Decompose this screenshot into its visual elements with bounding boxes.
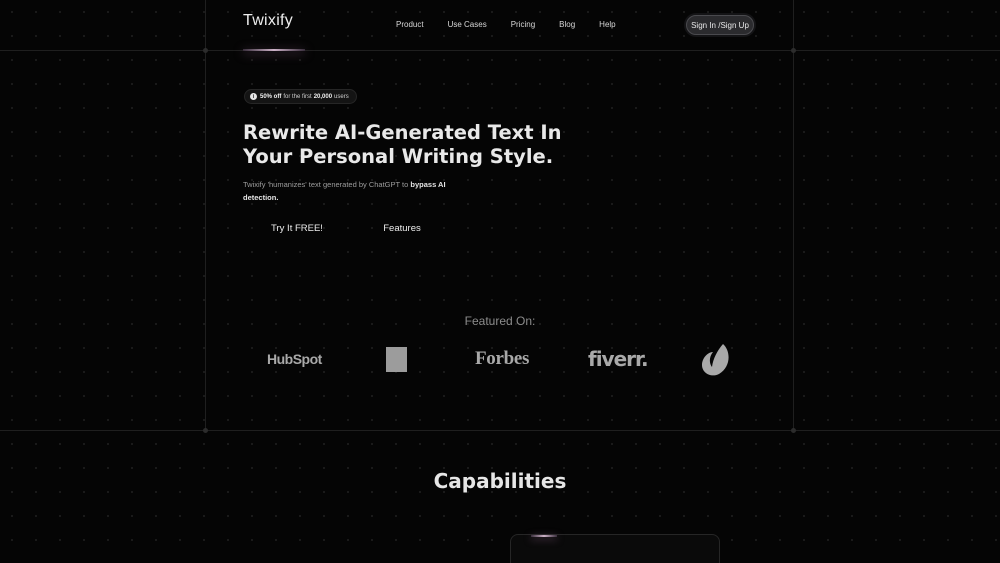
fiverr-logo: fiverr. <box>588 347 649 371</box>
hero-title-line2: Your Personal Writing Style. <box>243 145 554 168</box>
placeholder-logo <box>386 347 407 372</box>
promo-suffix: users <box>334 93 349 100</box>
info-icon: i <box>250 93 257 100</box>
featured-on-label: Featured On: <box>464 314 536 328</box>
capabilities-heading: Capabilities <box>433 469 567 493</box>
capability-card <box>510 534 720 563</box>
card-accent-glow <box>531 535 557 537</box>
promo-badge: i 50% off for the first 20,000 users <box>244 89 357 104</box>
hero-subtitle-text: Twixify 'humanizes' text generated by Ch… <box>243 180 411 189</box>
envato-leaf-icon <box>702 344 729 376</box>
promo-count: 20,000 <box>313 93 333 100</box>
signin-button[interactable]: Sign In /Sign Up <box>686 15 754 35</box>
nav-product[interactable]: Product <box>396 20 424 29</box>
logo-underline-glow <box>243 49 305 51</box>
promo-middle-text: for the first <box>283 93 312 100</box>
nav-blog[interactable]: Blog <box>559 20 575 29</box>
frame-line-bottom <box>0 430 1000 431</box>
corner-dot <box>791 48 796 53</box>
promo-discount: 50% off <box>260 93 282 100</box>
features-button[interactable]: Features <box>364 218 440 238</box>
main-nav: Product Use Cases Pricing Blog Help <box>384 20 628 29</box>
nav-use-cases[interactable]: Use Cases <box>448 20 487 29</box>
featured-logos: HubSpot Forbes fiverr. <box>0 343 1000 377</box>
hero-title: Rewrite AI-Generated Text In Your Person… <box>243 121 583 169</box>
corner-dot <box>791 428 796 433</box>
nav-help[interactable]: Help <box>599 20 615 29</box>
hero-subtitle: Twixify 'humanizes' text generated by Ch… <box>243 179 483 204</box>
site-logo[interactable]: Twixify <box>243 12 293 30</box>
corner-dot <box>203 48 208 53</box>
forbes-logo: Forbes <box>475 348 530 369</box>
hero-title-line1: Rewrite AI-Generated Text In <box>243 121 562 144</box>
frame-line-top <box>0 50 1000 51</box>
hubspot-logo: HubSpot <box>267 351 322 367</box>
try-free-button[interactable]: Try It FREE! <box>258 218 336 238</box>
corner-dot <box>203 428 208 433</box>
nav-pricing[interactable]: Pricing <box>511 20 535 29</box>
